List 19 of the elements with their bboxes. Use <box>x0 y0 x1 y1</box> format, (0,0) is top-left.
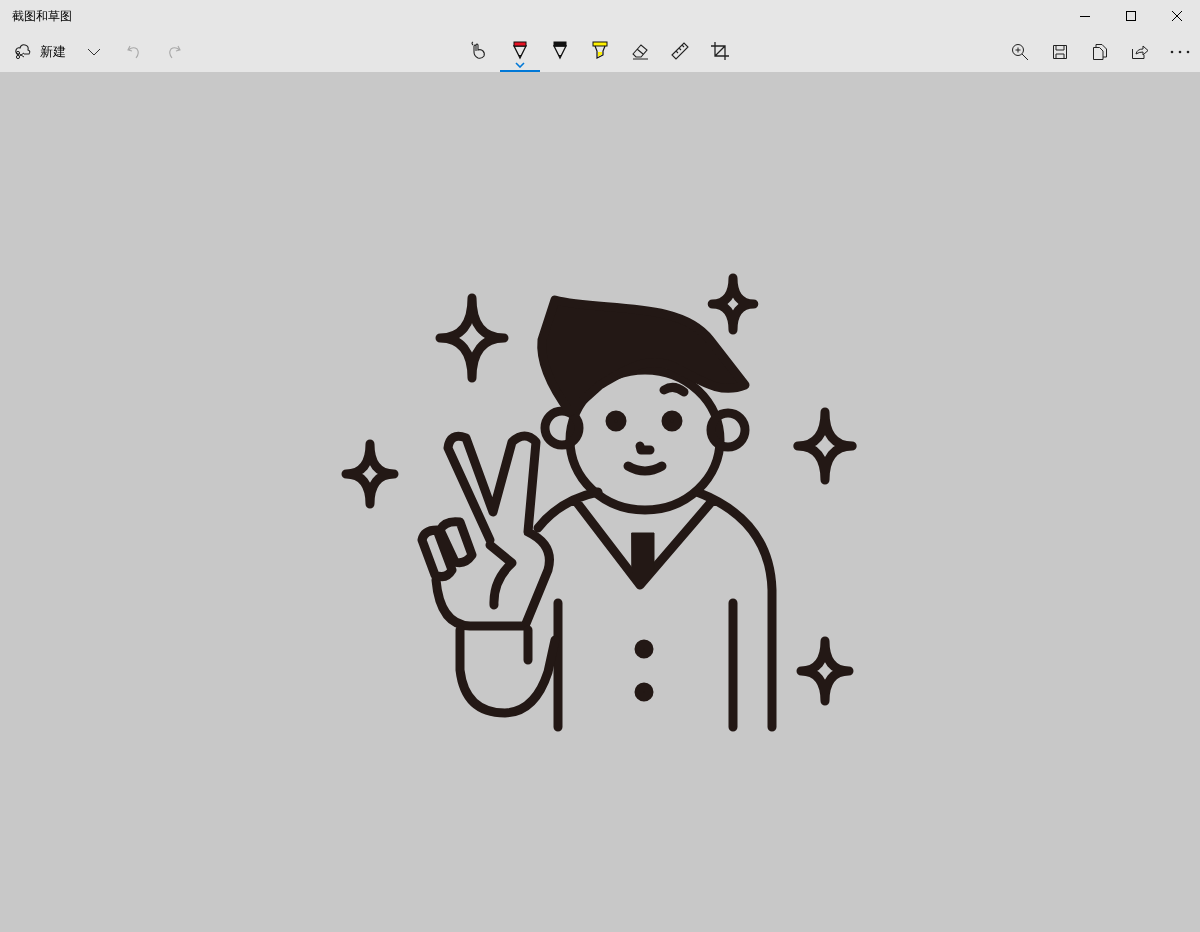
pencil-icon <box>550 41 570 61</box>
zoom-in-icon <box>1011 43 1029 61</box>
ballpoint-pen-icon <box>510 41 530 61</box>
maximize-icon <box>1125 10 1137 22</box>
curved-arrow-icon <box>126 44 142 60</box>
highlighter-icon <box>590 41 610 61</box>
caret-icon <box>515 62 525 68</box>
copy-icon <box>1092 43 1108 61</box>
close-icon <box>1171 10 1183 22</box>
more-options-icon <box>1170 50 1190 54</box>
save-icon <box>1052 44 1068 60</box>
new-snip-button[interactable]: 新建 <box>6 36 74 68</box>
share-icon <box>1131 44 1149 60</box>
crop-icon <box>710 41 730 61</box>
cloud-scissors-icon <box>14 43 32 61</box>
curved-arrow-icon <box>166 44 182 60</box>
window-title: 截图和草图 <box>11 7 72 25</box>
ruler-icon <box>670 41 690 61</box>
chevron-down-icon <box>87 47 101 57</box>
